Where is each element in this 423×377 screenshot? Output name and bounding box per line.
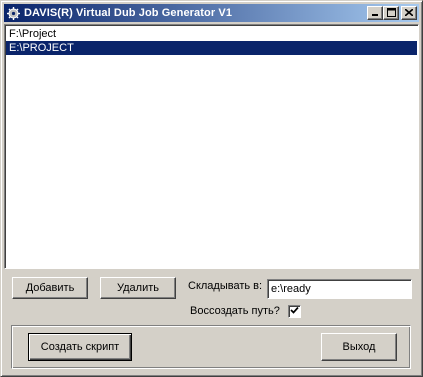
project-listbox[interactable]: F:\Project E:\PROJECT	[4, 24, 419, 269]
exit-button[interactable]: Выход	[321, 333, 397, 361]
window-title: DAVIS(R) Virtual Dub Job Generator V1	[24, 7, 233, 19]
list-item[interactable]: F:\Project	[6, 27, 417, 41]
close-button[interactable]	[401, 6, 417, 20]
list-item-selected[interactable]: E:\PROJECT	[6, 41, 417, 55]
output-folder-label: Складывать в:	[188, 280, 263, 292]
maximize-button[interactable]	[383, 6, 399, 20]
add-button[interactable]: Добавить	[12, 277, 88, 299]
checkmark-icon	[290, 306, 299, 318]
minimize-icon	[371, 8, 379, 18]
output-folder-input[interactable]: e:\ready	[267, 279, 412, 299]
title-bar[interactable]: DAVIS(R) Virtual Dub Job Generator V1	[4, 4, 419, 22]
app-gear-icon[interactable]	[6, 6, 20, 20]
main-window: DAVIS(R) Virtual Dub Job Generator V1 F:…	[0, 0, 423, 377]
minimize-button[interactable]	[367, 6, 383, 20]
close-icon	[404, 7, 414, 18]
create-script-button[interactable]: Создать скрипт	[28, 333, 132, 361]
recreate-path-checkbox[interactable]	[288, 305, 301, 318]
recreate-path-label: Воссоздать путь?	[190, 305, 280, 317]
remove-button[interactable]: Удалить	[100, 277, 176, 299]
maximize-icon	[386, 7, 396, 19]
